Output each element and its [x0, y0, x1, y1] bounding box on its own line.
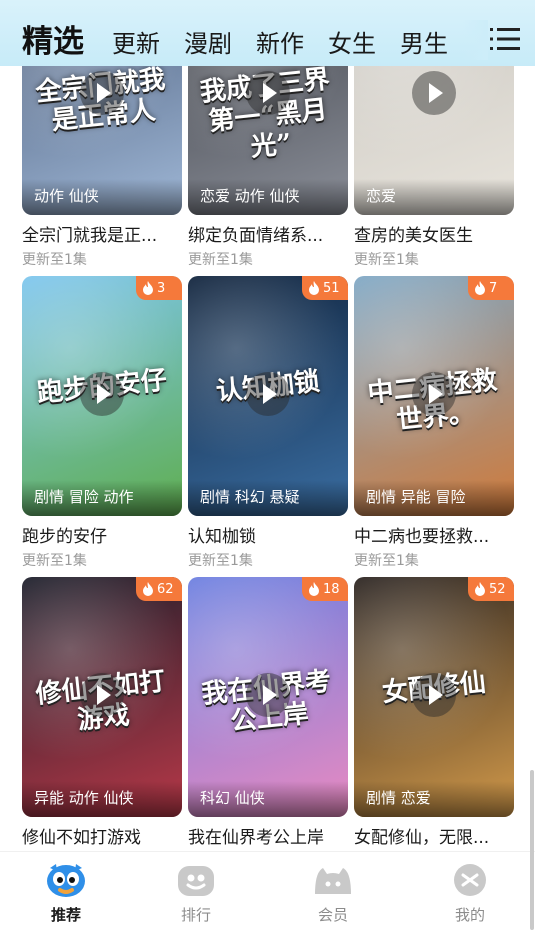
- flame-icon: [475, 281, 485, 295]
- play-icon[interactable]: [412, 673, 456, 717]
- poster-thumbnail[interactable]: 女配修仙 剧情 恋爱 52: [354, 577, 514, 817]
- genre-overlay: 剧情 恋爱: [354, 781, 514, 817]
- vip-cat-icon: [315, 868, 351, 894]
- drama-card[interactable]: 跑步的安仔 剧情 冒险 动作 3 跑步的安仔 更新至1集: [22, 276, 182, 570]
- tab-female[interactable]: 女生: [328, 24, 376, 59]
- hot-count: 7: [489, 280, 498, 296]
- flame-icon: [475, 582, 485, 596]
- nav-ranking[interactable]: 排行: [156, 860, 236, 925]
- genre-tags: 科幻 仙侠: [200, 789, 265, 807]
- drama-title[interactable]: 跑步的安仔: [22, 522, 182, 547]
- flame-icon: [143, 582, 153, 596]
- drama-title[interactable]: 中二病也要拯救...: [354, 522, 514, 547]
- ranking-icon: [178, 866, 214, 896]
- tab-featured[interactable]: 精选: [22, 16, 84, 61]
- drama-title[interactable]: 认知枷锁: [188, 522, 348, 547]
- tab-comic-drama[interactable]: 漫剧: [184, 24, 232, 59]
- episode-status: 更新至1集: [354, 553, 419, 569]
- drama-title[interactable]: 女配修仙，无限...: [354, 823, 514, 848]
- drama-card[interactable]: 修仙不如打游戏异能 动作 仙侠62修仙不如打游戏更新至1集: [22, 577, 182, 851]
- episode-status: 更新至1集: [188, 553, 253, 569]
- genre-overlay: 恋爱: [354, 179, 514, 215]
- scrollbar[interactable]: [530, 770, 534, 930]
- episode-status: 更新至1集: [354, 252, 419, 268]
- drama-card[interactable]: 中二病拯救世界。 剧情 异能 冒险 7 中二病也要拯救... 更新至1集: [354, 276, 514, 570]
- poster-thumbnail[interactable]: 跑步的安仔 剧情 冒险 动作 3: [22, 276, 182, 516]
- poster-thumbnail[interactable]: 修仙不如打游戏 异能 动作 仙侠 62: [22, 577, 182, 817]
- bottom-navigation: 推荐 排行 会员 我的: [0, 851, 535, 951]
- hot-count: 18: [323, 581, 340, 597]
- hot-badge: 18: [302, 577, 348, 601]
- play-icon[interactable]: [246, 372, 290, 416]
- genre-tags: 剧情 恋爱: [366, 789, 431, 807]
- flame-icon: [309, 281, 319, 295]
- nav-vip-label: 会员: [317, 906, 348, 924]
- play-icon[interactable]: [246, 673, 290, 717]
- drama-grid: 全宗门就我是正常人 动作 仙侠 全宗门就我是正... 更新至1集 我成了三界第一“黑月光…: [0, 0, 535, 851]
- genre-overlay: 剧情 科幻 悬疑: [188, 480, 348, 516]
- tab-male[interactable]: 男生: [400, 24, 448, 59]
- genre-tags: 动作 仙侠: [34, 187, 99, 205]
- drama-title[interactable]: 我在仙界考公上岸: [188, 823, 348, 848]
- hot-badge: 51: [302, 276, 348, 300]
- drama-card[interactable]: 认知枷锁 剧情 科幻 悬疑 51 认知枷锁 更新至1集: [188, 276, 348, 570]
- nav-ranking-label: 排行: [180, 906, 211, 924]
- hot-count: 51: [323, 280, 340, 296]
- poster-thumbnail[interactable]: 中二病拯救世界。 剧情 异能 冒险 7: [354, 276, 514, 516]
- flame-icon: [309, 582, 319, 596]
- hot-count: 62: [157, 581, 174, 597]
- play-icon[interactable]: [412, 71, 456, 115]
- play-icon[interactable]: [246, 71, 290, 115]
- tab-updates[interactable]: 更新: [112, 24, 160, 59]
- genre-tags: 恋爱: [366, 187, 397, 205]
- poster-thumbnail[interactable]: 认知枷锁 剧情 科幻 悬疑 51: [188, 276, 348, 516]
- genre-overlay: 动作 仙侠: [22, 179, 182, 215]
- hot-badge: 62: [136, 577, 182, 601]
- profile-icon: [454, 864, 486, 896]
- hot-badge: 52: [468, 577, 514, 601]
- drama-title[interactable]: 全宗门就我是正...: [22, 221, 182, 246]
- nav-profile-label: 我的: [454, 906, 485, 924]
- episode-status: 更新至1集: [22, 553, 87, 569]
- nav-recommend[interactable]: 推荐: [26, 860, 106, 925]
- play-icon[interactable]: [80, 372, 124, 416]
- hot-badge: 3: [136, 276, 182, 300]
- flame-icon: [143, 281, 153, 295]
- genre-tags: 恋爱 动作 仙侠: [200, 187, 300, 205]
- nav-recommend-label: 推荐: [50, 906, 81, 924]
- hot-count: 52: [489, 581, 506, 597]
- genre-tags: 剧情 科幻 悬疑: [200, 488, 300, 506]
- episode-status: 更新至1集: [188, 252, 253, 268]
- poster-thumbnail[interactable]: 我在仙界考公上岸 科幻 仙侠 18: [188, 577, 348, 817]
- genre-tags: 剧情 异能 冒险: [366, 488, 466, 506]
- hot-badge: 7: [468, 276, 514, 300]
- drama-card[interactable]: 我在仙界考公上岸科幻 仙侠18我在仙界考公上岸更新至1集: [188, 577, 348, 851]
- genre-tags: 剧情 冒险 动作: [34, 488, 134, 506]
- play-icon[interactable]: [80, 71, 124, 115]
- genre-overlay: 恋爱 动作 仙侠: [188, 179, 348, 215]
- genre-overlay: 剧情 异能 冒险: [354, 480, 514, 516]
- episode-status: 更新至1集: [22, 252, 87, 268]
- recommend-mascot-icon: [47, 864, 85, 897]
- drama-title[interactable]: 绑定负面情绪系...: [188, 221, 348, 246]
- genre-overlay: 剧情 冒险 动作: [22, 480, 182, 516]
- drama-title[interactable]: 修仙不如打游戏: [22, 823, 182, 848]
- top-category-bar: 精选 更新 漫剧 新作 女生 男生: [0, 0, 535, 66]
- genre-tags: 异能 动作 仙侠: [34, 789, 134, 807]
- list-menu-icon[interactable]: [488, 24, 522, 54]
- tab-new[interactable]: 新作: [256, 24, 304, 59]
- nav-vip[interactable]: 会员: [293, 860, 373, 925]
- nav-profile[interactable]: 我的: [430, 860, 510, 925]
- play-icon[interactable]: [412, 372, 456, 416]
- drama-card[interactable]: 女配修仙剧情 恋爱52女配修仙，无限...更新至1集: [354, 577, 514, 851]
- drama-title[interactable]: 查房的美女医生: [354, 221, 514, 246]
- play-icon[interactable]: [80, 673, 124, 717]
- hot-count: 3: [157, 280, 166, 296]
- tab-fade: [462, 20, 488, 60]
- genre-overlay: 异能 动作 仙侠: [22, 781, 182, 817]
- genre-overlay: 科幻 仙侠: [188, 781, 348, 817]
